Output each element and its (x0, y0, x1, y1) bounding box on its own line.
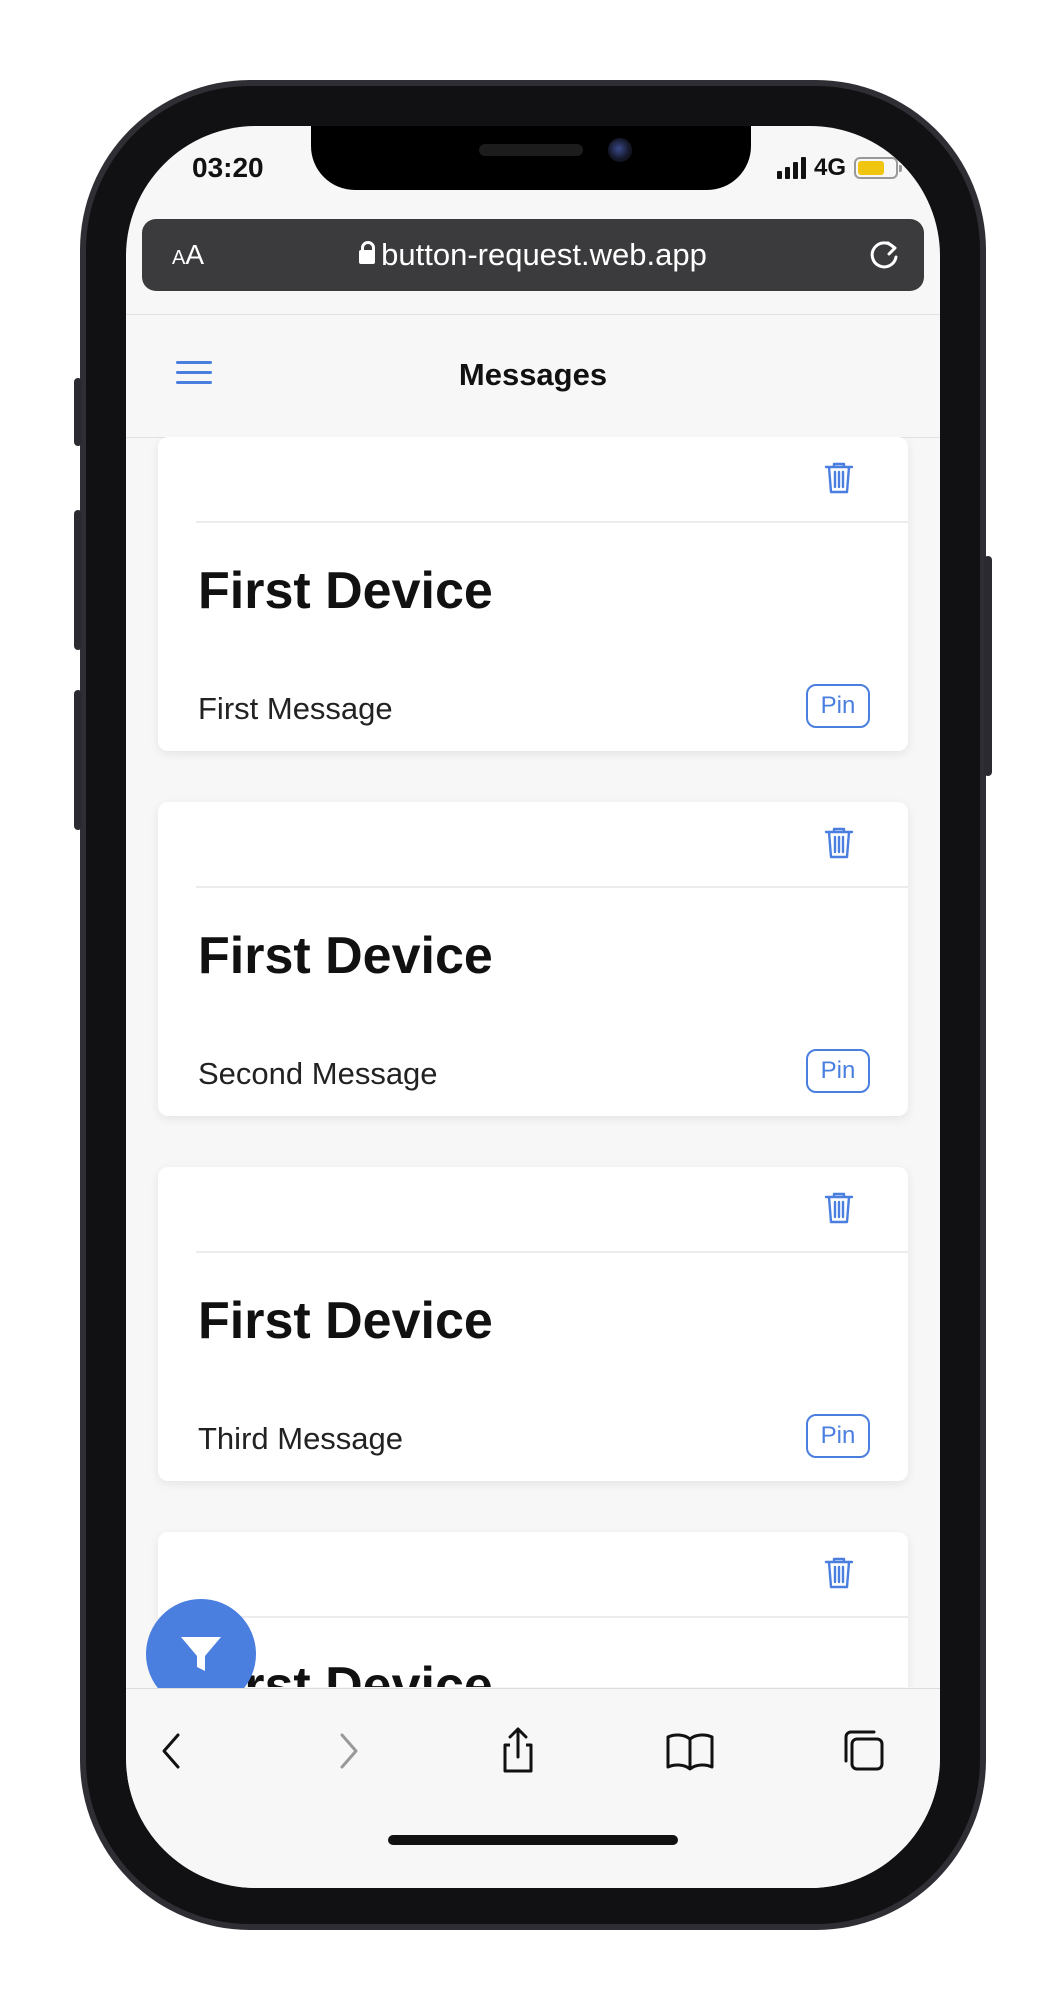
device-name: First Device (198, 927, 493, 985)
battery-icon (854, 157, 902, 179)
app-header: Messages (126, 314, 940, 438)
signal-icon (776, 157, 806, 179)
trash-icon[interactable] (824, 1556, 854, 1590)
filter-icon (181, 1637, 221, 1671)
pin-button[interactable]: Pin (806, 684, 870, 728)
message-card: First Device Second Message Pin (158, 802, 908, 1116)
volume-down-button (74, 690, 82, 830)
card-divider (196, 521, 908, 523)
power-button (984, 556, 992, 776)
card-divider (196, 1616, 908, 1618)
pin-button[interactable]: Pin (806, 1049, 870, 1093)
tabs-icon[interactable] (836, 1723, 892, 1779)
message-text: First Message (198, 691, 393, 726)
home-indicator (388, 1835, 678, 1845)
status-indicators: 4G (776, 154, 902, 182)
chevron-left-icon[interactable] (144, 1723, 200, 1779)
message-card: First Device First Message Pin (158, 437, 908, 751)
browser-toolbar (126, 1688, 940, 1888)
reload-icon[interactable] (864, 235, 904, 275)
message-list: First Device First Message Pin First Dev… (126, 437, 940, 1687)
notch (311, 126, 751, 190)
share-icon[interactable] (490, 1723, 546, 1779)
message-card: First Device Third Message Pin (158, 1167, 908, 1481)
address-bar[interactable]: AA button-request.web.app (142, 219, 924, 291)
pin-button[interactable]: Pin (806, 1414, 870, 1458)
message-card: First Device (158, 1532, 908, 1687)
front-camera (608, 138, 632, 162)
lock-icon (359, 241, 376, 264)
device-name: First Device (198, 562, 493, 620)
page-title: Messages (458, 357, 608, 392)
trash-icon[interactable] (824, 826, 854, 860)
card-divider (196, 1251, 908, 1253)
card-divider (196, 886, 908, 888)
speaker (479, 144, 583, 156)
chevron-right-icon[interactable] (320, 1723, 376, 1779)
trash-icon[interactable] (824, 1191, 854, 1225)
message-text: Third Message (198, 1421, 404, 1456)
message-text: Second Message (198, 1056, 438, 1091)
status-time: 03:20 (192, 152, 264, 183)
trash-icon[interactable] (824, 461, 854, 495)
url-text: button-request.web.app (381, 237, 707, 272)
book-icon[interactable] (662, 1723, 718, 1779)
device-name: First Device (198, 1292, 493, 1350)
network-type: 4G (813, 154, 846, 181)
volume-up-button (74, 510, 82, 650)
mute-switch (74, 378, 82, 446)
screen: 03:20 4G AA button-request.web.app Messa… (126, 126, 940, 1888)
url-display[interactable]: button-request.web.app (142, 237, 924, 273)
